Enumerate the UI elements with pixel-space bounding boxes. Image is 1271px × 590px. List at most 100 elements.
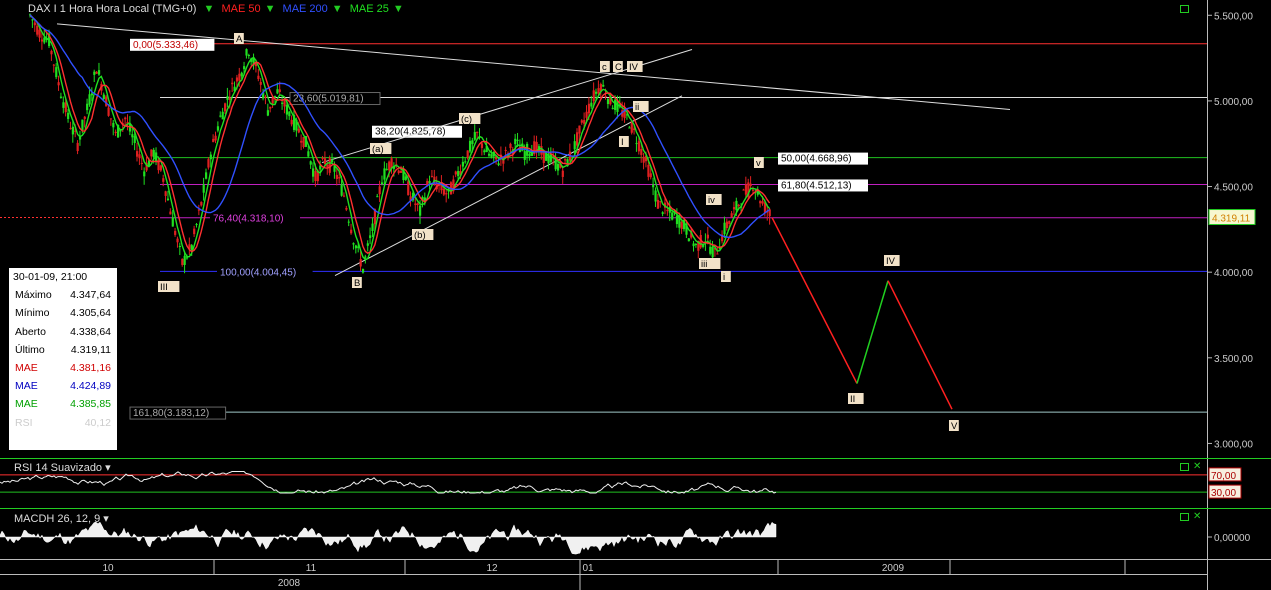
- candle-body: [31, 19, 34, 21]
- candle-body: [76, 142, 79, 152]
- indicator-mae50[interactable]: MAE 50: [221, 3, 260, 15]
- candle-body: [414, 203, 417, 205]
- info-label: Aberto: [15, 325, 46, 338]
- wave-label: II: [850, 394, 855, 405]
- info-row: Último 4.319,11: [9, 341, 117, 359]
- candle-body: [285, 104, 289, 115]
- info-value: 4.424,89: [70, 380, 111, 393]
- wave-label: iii: [701, 259, 707, 270]
- candle-body: [69, 128, 72, 130]
- fib-label: 61,80(4.512,13): [781, 180, 852, 191]
- candle-body: [338, 177, 341, 179]
- candle-body: [67, 112, 70, 119]
- candle-body: [269, 106, 272, 109]
- y-tick-label: 5.500,00: [1214, 11, 1253, 22]
- candle-body: [604, 95, 607, 98]
- candle-body: [176, 238, 179, 243]
- data-window: 30-01-09, 21:00 Máximo 4.347,64 Mínimo 4.30…: [9, 268, 117, 450]
- info-datetime: 30-01-09, 21:00: [13, 271, 88, 283]
- candle-body: [419, 205, 422, 216]
- candle-body: [281, 102, 284, 104]
- candle-body: [687, 238, 690, 242]
- candle-body: [468, 140, 472, 152]
- x-tick-label: 12: [486, 563, 498, 574]
- candle-body: [181, 258, 184, 265]
- candle-body: [112, 122, 115, 128]
- chevron-down-icon[interactable]: ▾: [103, 513, 109, 525]
- candle-body: [461, 161, 465, 167]
- wave-label: c: [602, 62, 607, 73]
- rsi-panel-title[interactable]: RSI 14 Suavizado ▾: [14, 461, 111, 474]
- candle-body: [561, 170, 564, 177]
- rsi-upper-label: 70,00: [1211, 471, 1236, 482]
- indicator-mae200[interactable]: MAE 200: [283, 3, 328, 15]
- close-icon[interactable]: ✕: [1193, 462, 1201, 472]
- info-row: Aberto 4.338,64: [9, 323, 117, 341]
- candle-body: [416, 203, 419, 205]
- candle-body: [331, 159, 334, 163]
- wave-label: C: [615, 62, 622, 73]
- candle-body: [454, 171, 457, 175]
- candle-body: [105, 96, 108, 107]
- info-label: Máximo: [15, 289, 52, 302]
- info-row: Máximo 4.347,64: [9, 286, 117, 304]
- instrument-title[interactable]: DAX I 1 Hora Hora Local (TMG+0): [28, 3, 196, 15]
- candle-body: [314, 171, 317, 182]
- candle-body: [635, 143, 638, 145]
- candle-body: [245, 49, 248, 56]
- indicator-mae25[interactable]: MAE 25: [350, 3, 389, 15]
- candle-body: [642, 156, 645, 163]
- candle-body: [290, 119, 293, 125]
- candle-body: [221, 111, 224, 120]
- candle-body: [166, 198, 170, 201]
- candle-body: [95, 71, 98, 74]
- candle-body: [528, 154, 531, 157]
- candle-body: [592, 90, 595, 102]
- fib-label: 100,00(4.004,45): [220, 267, 296, 278]
- projection-line: [856, 280, 889, 384]
- maximize-icon[interactable]: [1180, 463, 1189, 471]
- candle-body: [614, 99, 617, 111]
- candle-body: [264, 96, 267, 98]
- close-icon[interactable]: ✕: [1193, 512, 1201, 522]
- maximize-icon[interactable]: [1180, 513, 1189, 521]
- candle-body: [606, 99, 610, 105]
- candle-body: [716, 253, 719, 255]
- info-value: 4.319,11: [70, 343, 111, 356]
- candle-body: [300, 140, 303, 143]
- candle-body: [340, 184, 343, 196]
- candle-body: [730, 213, 733, 218]
- candle-body: [428, 181, 431, 184]
- candle-body: [55, 67, 58, 78]
- macd-histogram: [0, 521, 777, 555]
- wave-label: iv: [708, 195, 715, 206]
- candle-body: [564, 158, 567, 161]
- info-row: MAE 4.385,85: [9, 395, 117, 413]
- chevron-down-icon[interactable]: ▾: [105, 462, 111, 474]
- candle-body: [369, 235, 372, 239]
- candle-body: [162, 178, 165, 182]
- candle-body: [471, 140, 474, 145]
- candle-body: [702, 244, 705, 247]
- candle-body: [442, 188, 446, 195]
- candle-body: [136, 151, 139, 157]
- macd-panel-title[interactable]: MACDH 26, 12, 9 ▾: [14, 512, 109, 525]
- candle-body: [114, 131, 117, 134]
- maximize-icon[interactable]: [1180, 5, 1189, 13]
- candle-body: [587, 103, 591, 114]
- candle-body: [480, 143, 484, 148]
- candle-body: [231, 82, 234, 85]
- candle-body: [307, 151, 310, 157]
- candle-body: [93, 71, 96, 75]
- x-tick-label: 01: [582, 563, 594, 574]
- y-tick-label: 3.500,00: [1214, 354, 1253, 365]
- candle-body: [259, 82, 262, 85]
- info-label: MAE: [15, 398, 38, 411]
- candle-body: [637, 141, 641, 152]
- trendline: [56, 23, 1011, 110]
- candle-body: [692, 243, 695, 247]
- wave-label: A: [236, 34, 243, 45]
- candle-body: [457, 170, 460, 177]
- candle-body: [297, 128, 300, 133]
- fib-label: 161,80(3.183,12): [133, 408, 209, 419]
